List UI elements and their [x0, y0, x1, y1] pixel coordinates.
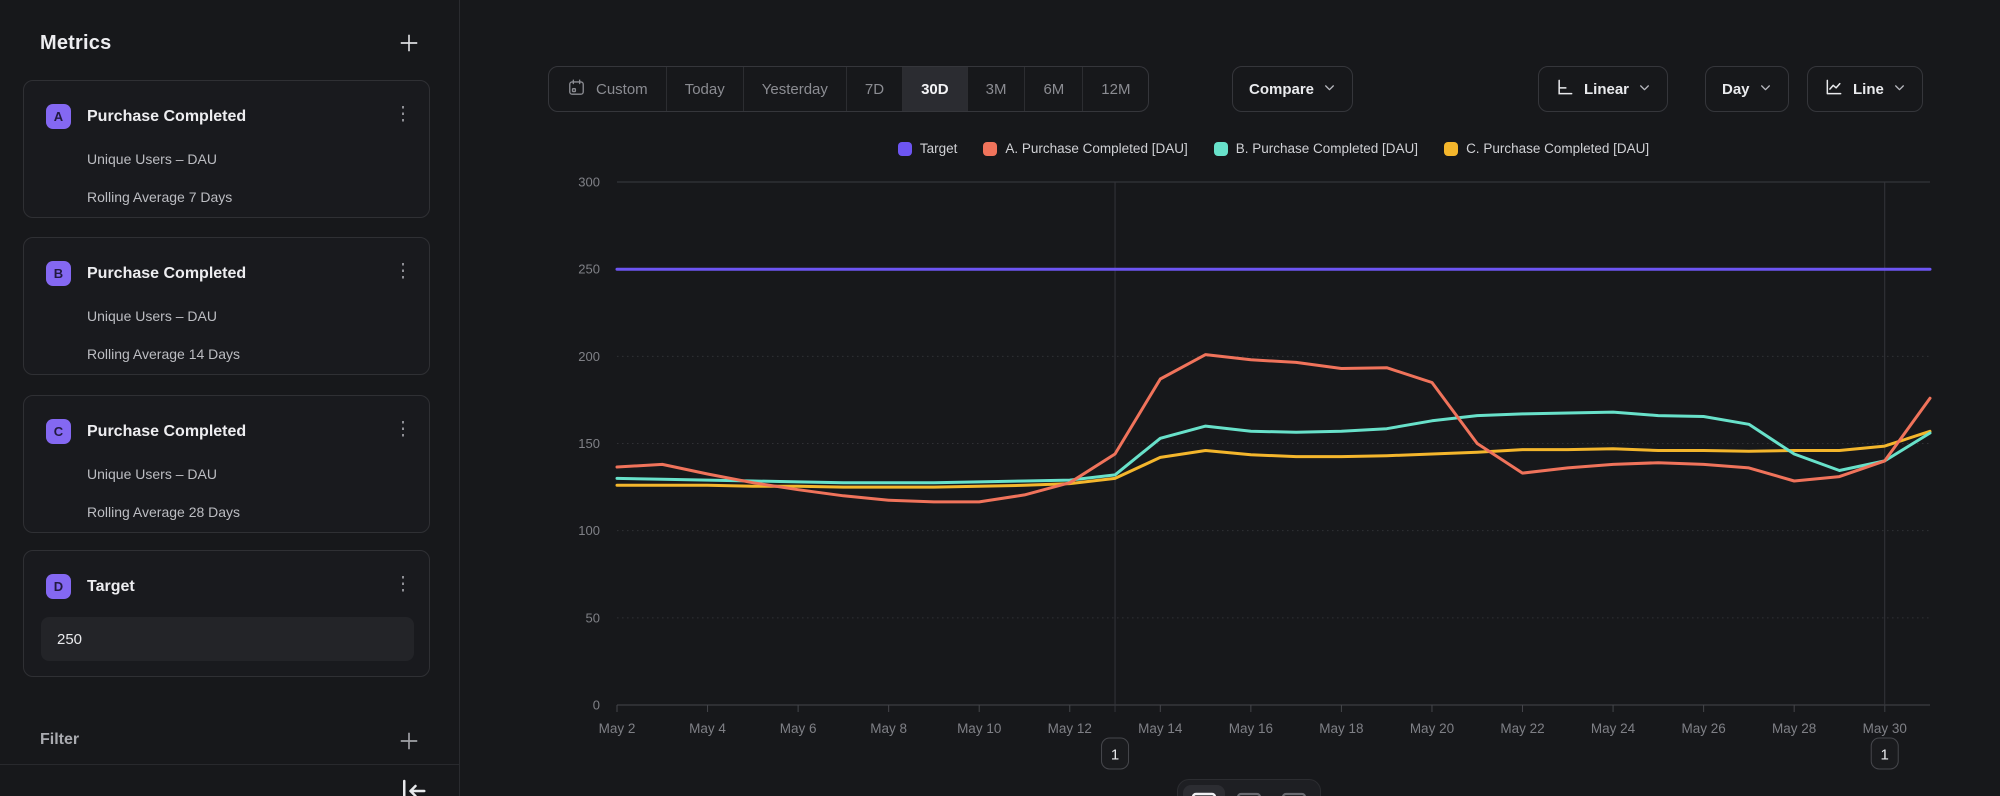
metric-title: Purchase Completed: [87, 265, 246, 283]
metric-card-target[interactable]: D Target ⋮: [23, 550, 430, 677]
chart-view-toggle: [1177, 779, 1321, 796]
svg-text:May 4: May 4: [689, 721, 726, 736]
svg-text:100: 100: [578, 523, 600, 538]
series-line: [617, 412, 1930, 483]
metric-transformation: Rolling Average 14 Days: [87, 346, 240, 362]
metric-badge-c: C: [46, 419, 71, 444]
svg-text:0: 0: [593, 698, 600, 713]
chart-view-icon: [1191, 792, 1217, 796]
svg-text:250: 250: [578, 262, 600, 277]
svg-text:50: 50: [586, 610, 600, 625]
svg-text:May 12: May 12: [1048, 721, 1092, 736]
kebab-icon: ⋮: [394, 104, 413, 125]
sidebar-divider: [0, 764, 459, 765]
svg-text:May 6: May 6: [780, 721, 817, 736]
metrics-section-title: Metrics: [40, 32, 111, 55]
svg-text:May 24: May 24: [1591, 721, 1636, 736]
add-metric-button[interactable]: [393, 28, 425, 60]
metric-transformation: Rolling Average 28 Days: [87, 504, 240, 520]
kebab-icon: ⋮: [394, 261, 413, 282]
kebab-icon: ⋮: [394, 419, 413, 440]
filter-section-title: Filter: [40, 731, 79, 749]
view-toggle-table-button[interactable]: [1273, 785, 1315, 796]
svg-text:200: 200: [578, 349, 600, 364]
metric-card-b[interactable]: B Purchase Completed ⋮ Unique Users – DA…: [23, 237, 430, 375]
svg-text:May 20: May 20: [1410, 721, 1454, 736]
annotation-badge[interactable]: 1: [1871, 738, 1898, 769]
series-line: [617, 431, 1930, 487]
plus-icon: [398, 42, 420, 57]
svg-text:May 18: May 18: [1319, 721, 1363, 736]
metric-badge-a: A: [46, 104, 71, 129]
metric-title: Purchase Completed: [87, 108, 246, 126]
metric-options-button[interactable]: ⋮: [389, 414, 417, 446]
metric-measurement: Unique Users – DAU: [87, 308, 217, 324]
svg-text:May 8: May 8: [870, 721, 907, 736]
metric-card-c[interactable]: C Purchase Completed ⋮ Unique Users – DA…: [23, 395, 430, 533]
line-chart-canvas: 0 50 100 150 200 250 300 May 2 May 4 May 6 May 8 Ma…: [460, 0, 2000, 796]
metric-badge-d: D: [46, 574, 71, 599]
metrics-dashboard: Metrics A Purchase Completed ⋮ Unique Us…: [0, 0, 2000, 796]
metric-options-button[interactable]: ⋮: [389, 569, 417, 601]
svg-text:1: 1: [1881, 747, 1889, 764]
annotation-badge[interactable]: 1: [1102, 738, 1129, 769]
collapse-sidebar-button[interactable]: [398, 776, 428, 796]
svg-text:150: 150: [578, 436, 600, 451]
metric-badge-b: B: [46, 261, 71, 286]
table-view-icon: [1281, 792, 1307, 796]
chart-panel: Custom Today Yesterday 7D 30D 3M 6M 12M …: [460, 0, 2000, 796]
kebab-icon: ⋮: [394, 574, 413, 595]
metric-card-a[interactable]: A Purchase Completed ⋮ Unique Users – DA…: [23, 80, 430, 218]
svg-text:May 10: May 10: [957, 721, 1001, 736]
metric-measurement: Unique Users – DAU: [87, 151, 217, 167]
plus-icon: [398, 740, 420, 755]
metric-title: Target: [87, 578, 135, 596]
target-value-input[interactable]: [41, 617, 414, 661]
view-toggle-split-button[interactable]: [1228, 785, 1270, 796]
metric-title: Purchase Completed: [87, 423, 246, 441]
metrics-sidebar: Metrics A Purchase Completed ⋮ Unique Us…: [0, 0, 460, 796]
series-line: [617, 355, 1930, 502]
metric-measurement: Unique Users – DAU: [87, 466, 217, 482]
svg-text:May 16: May 16: [1229, 721, 1273, 736]
metric-transformation: Rolling Average 7 Days: [87, 189, 232, 205]
svg-text:May 30: May 30: [1863, 721, 1907, 736]
svg-text:May 28: May 28: [1772, 721, 1816, 736]
metric-options-button[interactable]: ⋮: [389, 256, 417, 288]
add-filter-button[interactable]: [393, 726, 425, 758]
metric-options-button[interactable]: ⋮: [389, 99, 417, 131]
svg-text:May 2: May 2: [599, 721, 636, 736]
svg-text:1: 1: [1111, 747, 1119, 764]
svg-text:May 14: May 14: [1138, 721, 1183, 736]
view-toggle-chart-button[interactable]: [1183, 785, 1225, 796]
svg-text:300: 300: [578, 175, 600, 190]
svg-text:May 26: May 26: [1681, 721, 1725, 736]
svg-text:May 22: May 22: [1500, 721, 1544, 736]
split-view-icon: [1236, 792, 1262, 796]
